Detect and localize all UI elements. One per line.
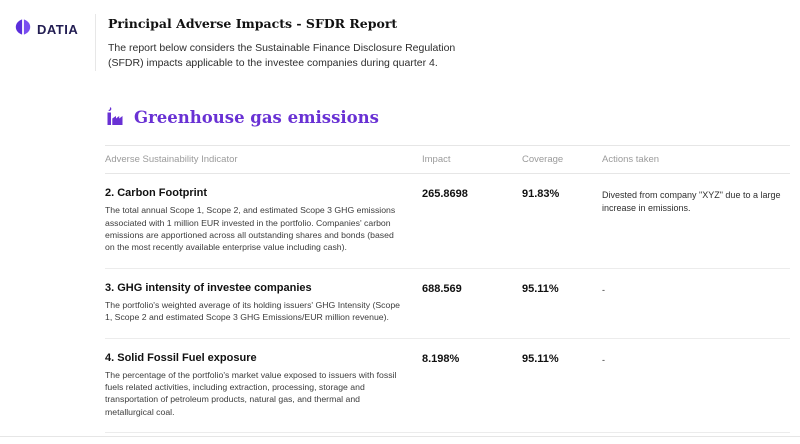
brand-name: DATIA: [37, 22, 78, 37]
indicator-title: 4. Solid Fossil Fuel exposure: [105, 352, 422, 364]
pai-table: Adverse Sustainability Indicator Impact …: [105, 145, 790, 444]
indicator-description: The percentage of the portfolio's market…: [105, 369, 405, 418]
indicator-description: The total annual Scope 1, Scope 2, and e…: [105, 204, 405, 253]
indicator-cell: 3. GHG intensity of investee companies T…: [105, 282, 422, 324]
col-header-indicator: Adverse Sustainability Indicator: [105, 154, 422, 165]
indicator-title: 3. GHG intensity of investee companies: [105, 282, 422, 294]
coverage-cell: 95.11%: [522, 352, 602, 418]
page-title: Principal Adverse Impacts - SFDR Report: [108, 16, 515, 31]
page-description: The report below considers the Sustainab…: [108, 41, 480, 71]
section-title: Greenhouse gas emissions: [134, 108, 379, 127]
header-text: Principal Adverse Impacts - SFDR Report …: [95, 14, 515, 71]
table-row: GHG intensity of investee countries - - …: [105, 433, 790, 444]
table-row: 2. Carbon Footprint The total annual Sco…: [105, 174, 790, 268]
report-header: DATIA Principal Adverse Impacts - SFDR R…: [0, 0, 800, 71]
sfdr-report-page: DATIA Principal Adverse Impacts - SFDR R…: [0, 0, 800, 444]
impact-cell: 8.198%: [422, 352, 522, 418]
actions-cell: -: [602, 352, 784, 418]
col-header-actions: Actions taken: [602, 154, 790, 165]
coverage-cell: 95.11%: [522, 282, 602, 324]
actions-cell: -: [602, 282, 784, 324]
table-row: 3. GHG intensity of investee companies T…: [105, 269, 790, 339]
bottom-divider: [0, 436, 800, 437]
impact-cell: 688.569: [422, 282, 522, 324]
table-header-row: Adverse Sustainability Indicator Impact …: [105, 145, 790, 174]
factory-icon: [105, 107, 125, 127]
indicator-title: 2. Carbon Footprint: [105, 187, 422, 199]
actions-cell: Divested from company "XYZ" due to a lar…: [602, 187, 784, 253]
datia-logo-icon: [14, 18, 32, 41]
col-header-impact: Impact: [422, 154, 522, 165]
coverage-cell: 91.83%: [522, 187, 602, 253]
indicator-cell: 4. Solid Fossil Fuel exposure The percen…: [105, 352, 422, 418]
indicator-description: The portfolio's weighted average of its …: [105, 299, 405, 324]
impact-cell: 265.8698: [422, 187, 522, 253]
indicator-cell: 2. Carbon Footprint The total annual Sco…: [105, 187, 422, 253]
table-row: 4. Solid Fossil Fuel exposure The percen…: [105, 339, 790, 433]
col-header-coverage: Coverage: [522, 154, 602, 165]
brand-logo[interactable]: DATIA: [0, 14, 95, 41]
section-heading-ghg: Greenhouse gas emissions: [105, 107, 800, 127]
